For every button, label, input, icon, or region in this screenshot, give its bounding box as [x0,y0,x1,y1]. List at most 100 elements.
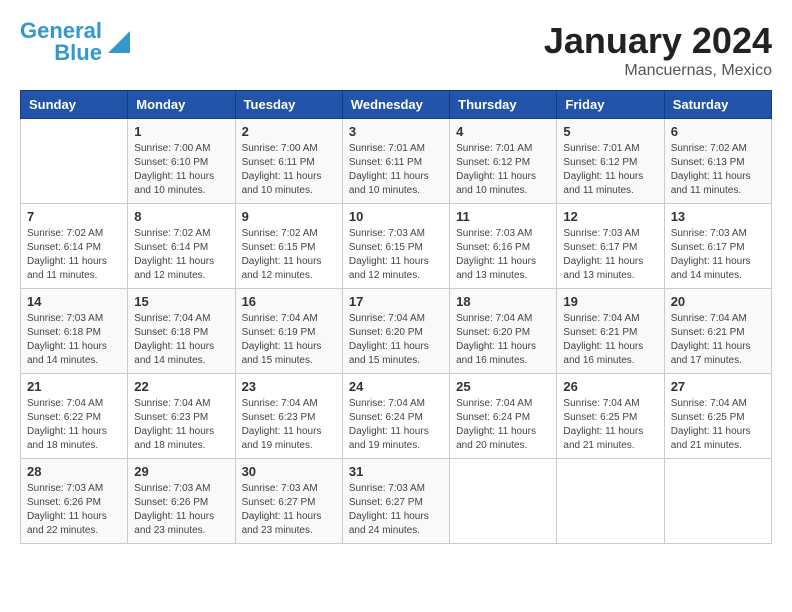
calendar-cell: 20Sunrise: 7:04 AMSunset: 6:21 PMDayligh… [664,289,771,374]
day-info: Sunrise: 7:01 AMSunset: 6:12 PMDaylight:… [456,142,550,198]
header-tuesday: Tuesday [235,91,342,119]
day-info: Sunrise: 7:01 AMSunset: 6:11 PMDaylight:… [349,142,443,198]
header-wednesday: Wednesday [342,91,449,119]
calendar-cell: 11Sunrise: 7:03 AMSunset: 6:16 PMDayligh… [450,204,557,289]
day-info: Sunrise: 7:04 AMSunset: 6:25 PMDaylight:… [563,397,657,453]
day-info: Sunrise: 7:02 AMSunset: 6:15 PMDaylight:… [242,227,336,283]
logo: General Blue [20,20,130,64]
day-info: Sunrise: 7:04 AMSunset: 6:24 PMDaylight:… [349,397,443,453]
day-number: 26 [563,379,657,394]
day-info: Sunrise: 7:03 AMSunset: 6:26 PMDaylight:… [134,482,228,538]
calendar-cell: 1 Sunrise: 7:00 AMSunset: 6:10 PMDaylight… [128,119,235,204]
calendar-cell: 5 Sunrise: 7:01 AMSunset: 6:12 PMDaylight… [557,119,664,204]
day-number: 14 [27,294,121,309]
calendar-cell: 10Sunrise: 7:03 AMSunset: 6:15 PMDayligh… [342,204,449,289]
calendar-week-5: 28 Sunrise: 7:03 AMSunset: 6:26 PMDayligh… [21,459,772,544]
month-title: January 2024 [544,20,772,62]
calendar-cell: 13 Sunrise: 7:03 AMSunset: 6:17 PMDayligh… [664,204,771,289]
calendar-week-3: 14 Sunrise: 7:03 AMSunset: 6:18 PMDayligh… [21,289,772,374]
header-friday: Friday [557,91,664,119]
calendar-cell: 27Sunrise: 7:04 AMSunset: 6:25 PMDayligh… [664,374,771,459]
calendar-week-4: 21 Sunrise: 7:04 AMSunset: 6:22 PMDayligh… [21,374,772,459]
calendar-header-row: SundayMondayTuesdayWednesdayThursdayFrid… [21,91,772,119]
calendar-cell: 12 Sunrise: 7:03 AMSunset: 6:17 PMDayligh… [557,204,664,289]
day-info: Sunrise: 7:04 AMSunset: 6:21 PMDaylight:… [671,312,765,368]
day-number: 25 [456,379,550,394]
day-number: 1 [134,124,228,139]
day-info: Sunrise: 7:03 AMSunset: 6:17 PMDaylight:… [671,227,765,283]
calendar-cell: 28 Sunrise: 7:03 AMSunset: 6:26 PMDayligh… [21,459,128,544]
day-number: 10 [349,209,443,224]
calendar-cell: 18 Sunrise: 7:04 AMSunset: 6:20 PMDayligh… [450,289,557,374]
day-info: Sunrise: 7:02 AMSunset: 6:14 PMDaylight:… [134,227,228,283]
calendar-cell: 7 Sunrise: 7:02 AMSunset: 6:14 PMDaylight… [21,204,128,289]
logo-text-line2: Blue [54,42,102,64]
day-number: 9 [242,209,336,224]
day-number: 13 [671,209,765,224]
day-info: Sunrise: 7:02 AMSunset: 6:14 PMDaylight:… [27,227,121,283]
calendar-cell: 25Sunrise: 7:04 AMSunset: 6:24 PMDayligh… [450,374,557,459]
day-info: Sunrise: 7:01 AMSunset: 6:12 PMDaylight:… [563,142,657,198]
calendar-cell: 30 Sunrise: 7:03 AMSunset: 6:27 PMDayligh… [235,459,342,544]
day-info: Sunrise: 7:03 AMSunset: 6:26 PMDaylight:… [27,482,121,538]
calendar-cell: 17 Sunrise: 7:04 AMSunset: 6:20 PMDayligh… [342,289,449,374]
day-number: 21 [27,379,121,394]
calendar-cell: 3Sunrise: 7:01 AMSunset: 6:11 PMDaylight… [342,119,449,204]
day-info: Sunrise: 7:04 AMSunset: 6:20 PMDaylight:… [456,312,550,368]
day-number: 28 [27,464,121,479]
calendar-cell: 24 Sunrise: 7:04 AMSunset: 6:24 PMDayligh… [342,374,449,459]
day-info: Sunrise: 7:03 AMSunset: 6:17 PMDaylight:… [563,227,657,283]
header-monday: Monday [128,91,235,119]
logo-icon [108,31,130,53]
day-number: 22 [134,379,228,394]
calendar-cell: 9 Sunrise: 7:02 AMSunset: 6:15 PMDaylight… [235,204,342,289]
header-sunday: Sunday [21,91,128,119]
location-title: Mancuernas, Mexico [544,62,772,80]
day-number: 8 [134,209,228,224]
calendar-cell: 19Sunrise: 7:04 AMSunset: 6:21 PMDayligh… [557,289,664,374]
day-info: Sunrise: 7:04 AMSunset: 6:23 PMDaylight:… [242,397,336,453]
calendar-cell: 23Sunrise: 7:04 AMSunset: 6:23 PMDayligh… [235,374,342,459]
calendar-cell [21,119,128,204]
logo-text-line1: General [20,20,102,42]
day-info: Sunrise: 7:02 AMSunset: 6:13 PMDaylight:… [671,142,765,198]
header-thursday: Thursday [450,91,557,119]
calendar-cell [450,459,557,544]
calendar-cell: 6Sunrise: 7:02 AMSunset: 6:13 PMDaylight… [664,119,771,204]
day-number: 30 [242,464,336,479]
day-number: 5 [563,124,657,139]
calendar-cell: 21 Sunrise: 7:04 AMSunset: 6:22 PMDayligh… [21,374,128,459]
day-number: 2 [242,124,336,139]
day-number: 17 [349,294,443,309]
day-info: Sunrise: 7:04 AMSunset: 6:20 PMDaylight:… [349,312,443,368]
calendar-cell: 2Sunrise: 7:00 AMSunset: 6:11 PMDaylight… [235,119,342,204]
calendar-week-1: 1 Sunrise: 7:00 AMSunset: 6:10 PMDaylight… [21,119,772,204]
day-number: 18 [456,294,550,309]
day-number: 29 [134,464,228,479]
calendar-cell: 4Sunrise: 7:01 AMSunset: 6:12 PMDaylight… [450,119,557,204]
day-number: 24 [349,379,443,394]
day-info: Sunrise: 7:04 AMSunset: 6:19 PMDaylight:… [242,312,336,368]
day-info: Sunrise: 7:04 AMSunset: 6:22 PMDaylight:… [27,397,121,453]
calendar-cell: 31Sunrise: 7:03 AMSunset: 6:27 PMDayligh… [342,459,449,544]
calendar-cell: 29 Sunrise: 7:03 AMSunset: 6:26 PMDayligh… [128,459,235,544]
calendar-cell: 22 Sunrise: 7:04 AMSunset: 6:23 PMDayligh… [128,374,235,459]
calendar-cell [557,459,664,544]
day-info: Sunrise: 7:04 AMSunset: 6:18 PMDaylight:… [134,312,228,368]
day-info: Sunrise: 7:03 AMSunset: 6:18 PMDaylight:… [27,312,121,368]
day-info: Sunrise: 7:03 AMSunset: 6:16 PMDaylight:… [456,227,550,283]
calendar-table: SundayMondayTuesdayWednesdayThursdayFrid… [20,90,772,544]
calendar-cell: 15Sunrise: 7:04 AMSunset: 6:18 PMDayligh… [128,289,235,374]
calendar-week-2: 7 Sunrise: 7:02 AMSunset: 6:14 PMDaylight… [21,204,772,289]
title-area: January 2024 Mancuernas, Mexico [544,20,772,80]
day-info: Sunrise: 7:03 AMSunset: 6:27 PMDaylight:… [242,482,336,538]
day-number: 12 [563,209,657,224]
day-number: 7 [27,209,121,224]
day-info: Sunrise: 7:00 AMSunset: 6:10 PMDaylight:… [134,142,228,198]
header-saturday: Saturday [664,91,771,119]
calendar-cell: 26 Sunrise: 7:04 AMSunset: 6:25 PMDayligh… [557,374,664,459]
day-number: 27 [671,379,765,394]
day-info: Sunrise: 7:04 AMSunset: 6:23 PMDaylight:… [134,397,228,453]
day-number: 19 [563,294,657,309]
calendar-cell: 14 Sunrise: 7:03 AMSunset: 6:18 PMDayligh… [21,289,128,374]
